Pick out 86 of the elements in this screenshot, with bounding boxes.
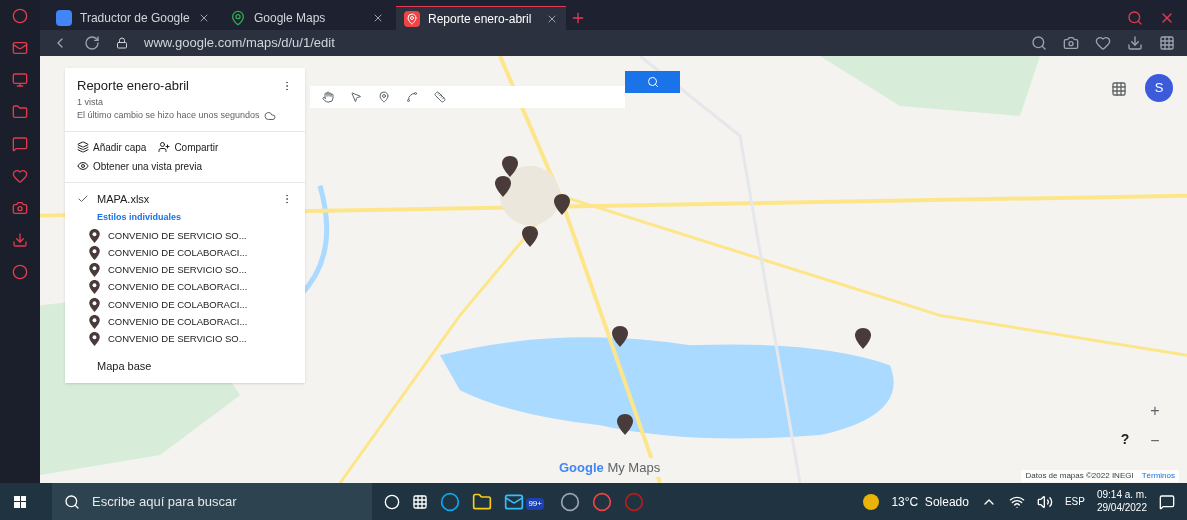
panel-action-button[interactable]: Compartir xyxy=(158,139,219,155)
map-marker-icon[interactable] xyxy=(522,226,538,247)
search-button[interactable] xyxy=(625,71,680,93)
toolbar-icon[interactable] xyxy=(1095,35,1111,51)
map-marker-icon[interactable] xyxy=(554,194,570,215)
toolbar-icon[interactable] xyxy=(1031,35,1047,51)
weather-text: 13°C Soleado xyxy=(891,493,969,511)
layer-item[interactable]: CONVENIO DE COLABORACI... xyxy=(108,245,248,260)
panel-action-button[interactable]: Añadir capa xyxy=(77,139,147,155)
tool-icon[interactable] xyxy=(378,91,390,103)
apps-icon[interactable] xyxy=(1111,81,1127,97)
search-icon[interactable] xyxy=(1127,10,1143,26)
toolbar-icon[interactable] xyxy=(1159,35,1175,51)
map-marker-icon[interactable] xyxy=(612,326,628,347)
view-count: 1 vista xyxy=(76,95,104,109)
sidebar-icon[interactable] xyxy=(12,264,28,280)
map-pin-icon xyxy=(89,228,100,243)
help-button[interactable]: ? xyxy=(1113,427,1137,451)
url-field[interactable]: www.google.com/maps/d/u/1/edit xyxy=(144,33,335,53)
map-pin-icon xyxy=(404,10,420,27)
map-pin-icon xyxy=(230,10,246,26)
map-title: Reporte enero-abril xyxy=(77,77,189,95)
browser-tab[interactable]: Reporte enero-abril xyxy=(396,6,566,30)
map-marker-icon[interactable] xyxy=(495,176,511,197)
map-attribution: Datos de mapas ©2022 INEGI xyxy=(1025,470,1134,482)
sidebar-icon[interactable] xyxy=(12,72,28,88)
lock-icon xyxy=(116,37,128,49)
preview-button[interactable]: Obtener una vista previa xyxy=(65,158,305,174)
sidebar-icon[interactable] xyxy=(12,200,28,216)
close-icon[interactable] xyxy=(198,12,210,24)
layer-item[interactable]: CONVENIO DE SERVICIO SO... xyxy=(108,228,247,243)
map-marker-icon[interactable] xyxy=(617,414,633,435)
add-person-icon xyxy=(158,141,171,153)
sidebar-icon[interactable] xyxy=(12,168,28,184)
app-icon[interactable] xyxy=(560,491,580,512)
tool-icon[interactable] xyxy=(350,91,362,103)
map-pin-icon xyxy=(89,332,100,347)
zoom-out-button[interactable]: − xyxy=(1143,429,1167,453)
browser-tab[interactable]: Google Maps xyxy=(222,6,392,30)
reload-icon[interactable] xyxy=(84,35,100,51)
close-icon[interactable] xyxy=(372,12,384,24)
sidebar-icon[interactable] xyxy=(12,104,28,120)
clock-date: 29/04/2022 xyxy=(1096,501,1147,514)
map-marker-icon[interactable] xyxy=(502,156,518,177)
map-pin-icon xyxy=(89,314,100,329)
task-view-icon[interactable] xyxy=(412,493,428,510)
map-marker-icon[interactable] xyxy=(855,328,871,349)
map-pin-icon xyxy=(89,280,100,295)
tool-icon[interactable] xyxy=(406,91,418,103)
taskbar-search-field[interactable]: Escribe aquí para buscar xyxy=(52,483,372,520)
search-icon xyxy=(64,493,80,510)
layer-item[interactable]: CONVENIO DE COLABORACI... xyxy=(108,280,248,295)
last-change-note: El último cambio se hizo hace unos segundos xyxy=(77,109,260,122)
layer-name: MAPA.xlsx xyxy=(97,191,150,207)
map-pin-icon xyxy=(89,263,100,278)
search-icon xyxy=(646,76,659,88)
style-link[interactable]: Estilos individuales xyxy=(65,211,305,225)
tool-icon[interactable] xyxy=(322,91,334,103)
sidebar-icon[interactable] xyxy=(12,8,28,24)
layer-item[interactable]: CONVENIO DE SERVICIO SO... xyxy=(108,263,247,278)
layer-item[interactable]: CONVENIO DE SERVICIO SO... xyxy=(108,332,247,347)
layers-icon xyxy=(77,141,89,153)
speaker-icon[interactable] xyxy=(1036,493,1053,510)
layer-item[interactable]: CONVENIO DE COLABORACI... xyxy=(108,297,248,312)
terms-link[interactable]: Términos xyxy=(1141,470,1175,482)
clock-time: 09:14 a. m. xyxy=(1096,489,1147,502)
layer-item[interactable]: CONVENIO DE COLABORACI... xyxy=(108,314,248,329)
map-pin-icon xyxy=(89,297,100,312)
new-tab-icon[interactable] xyxy=(570,10,586,26)
folder-icon[interactable] xyxy=(472,491,492,512)
sidebar-icon[interactable] xyxy=(12,232,28,248)
language-indicator[interactable]: ESP xyxy=(1064,494,1085,509)
notifications-icon[interactable] xyxy=(1159,493,1175,510)
toolbar-icon[interactable] xyxy=(1063,35,1079,51)
tool-icon[interactable] xyxy=(434,91,446,103)
map-pin-icon xyxy=(89,245,100,260)
sun-icon xyxy=(863,493,880,510)
browser-tab[interactable]: Traductor de Google xyxy=(48,6,218,30)
eye-icon xyxy=(77,160,89,172)
mail-badge: 99+ xyxy=(526,497,544,510)
cloud-icon xyxy=(263,109,276,122)
sidebar-icon[interactable] xyxy=(12,40,28,56)
base-map-label[interactable]: Mapa base xyxy=(65,358,305,375)
toolbar-icon[interactable] xyxy=(1127,35,1143,51)
zoom-in-button[interactable]: + xyxy=(1143,399,1167,423)
sidebar-icon[interactable] xyxy=(12,136,28,152)
